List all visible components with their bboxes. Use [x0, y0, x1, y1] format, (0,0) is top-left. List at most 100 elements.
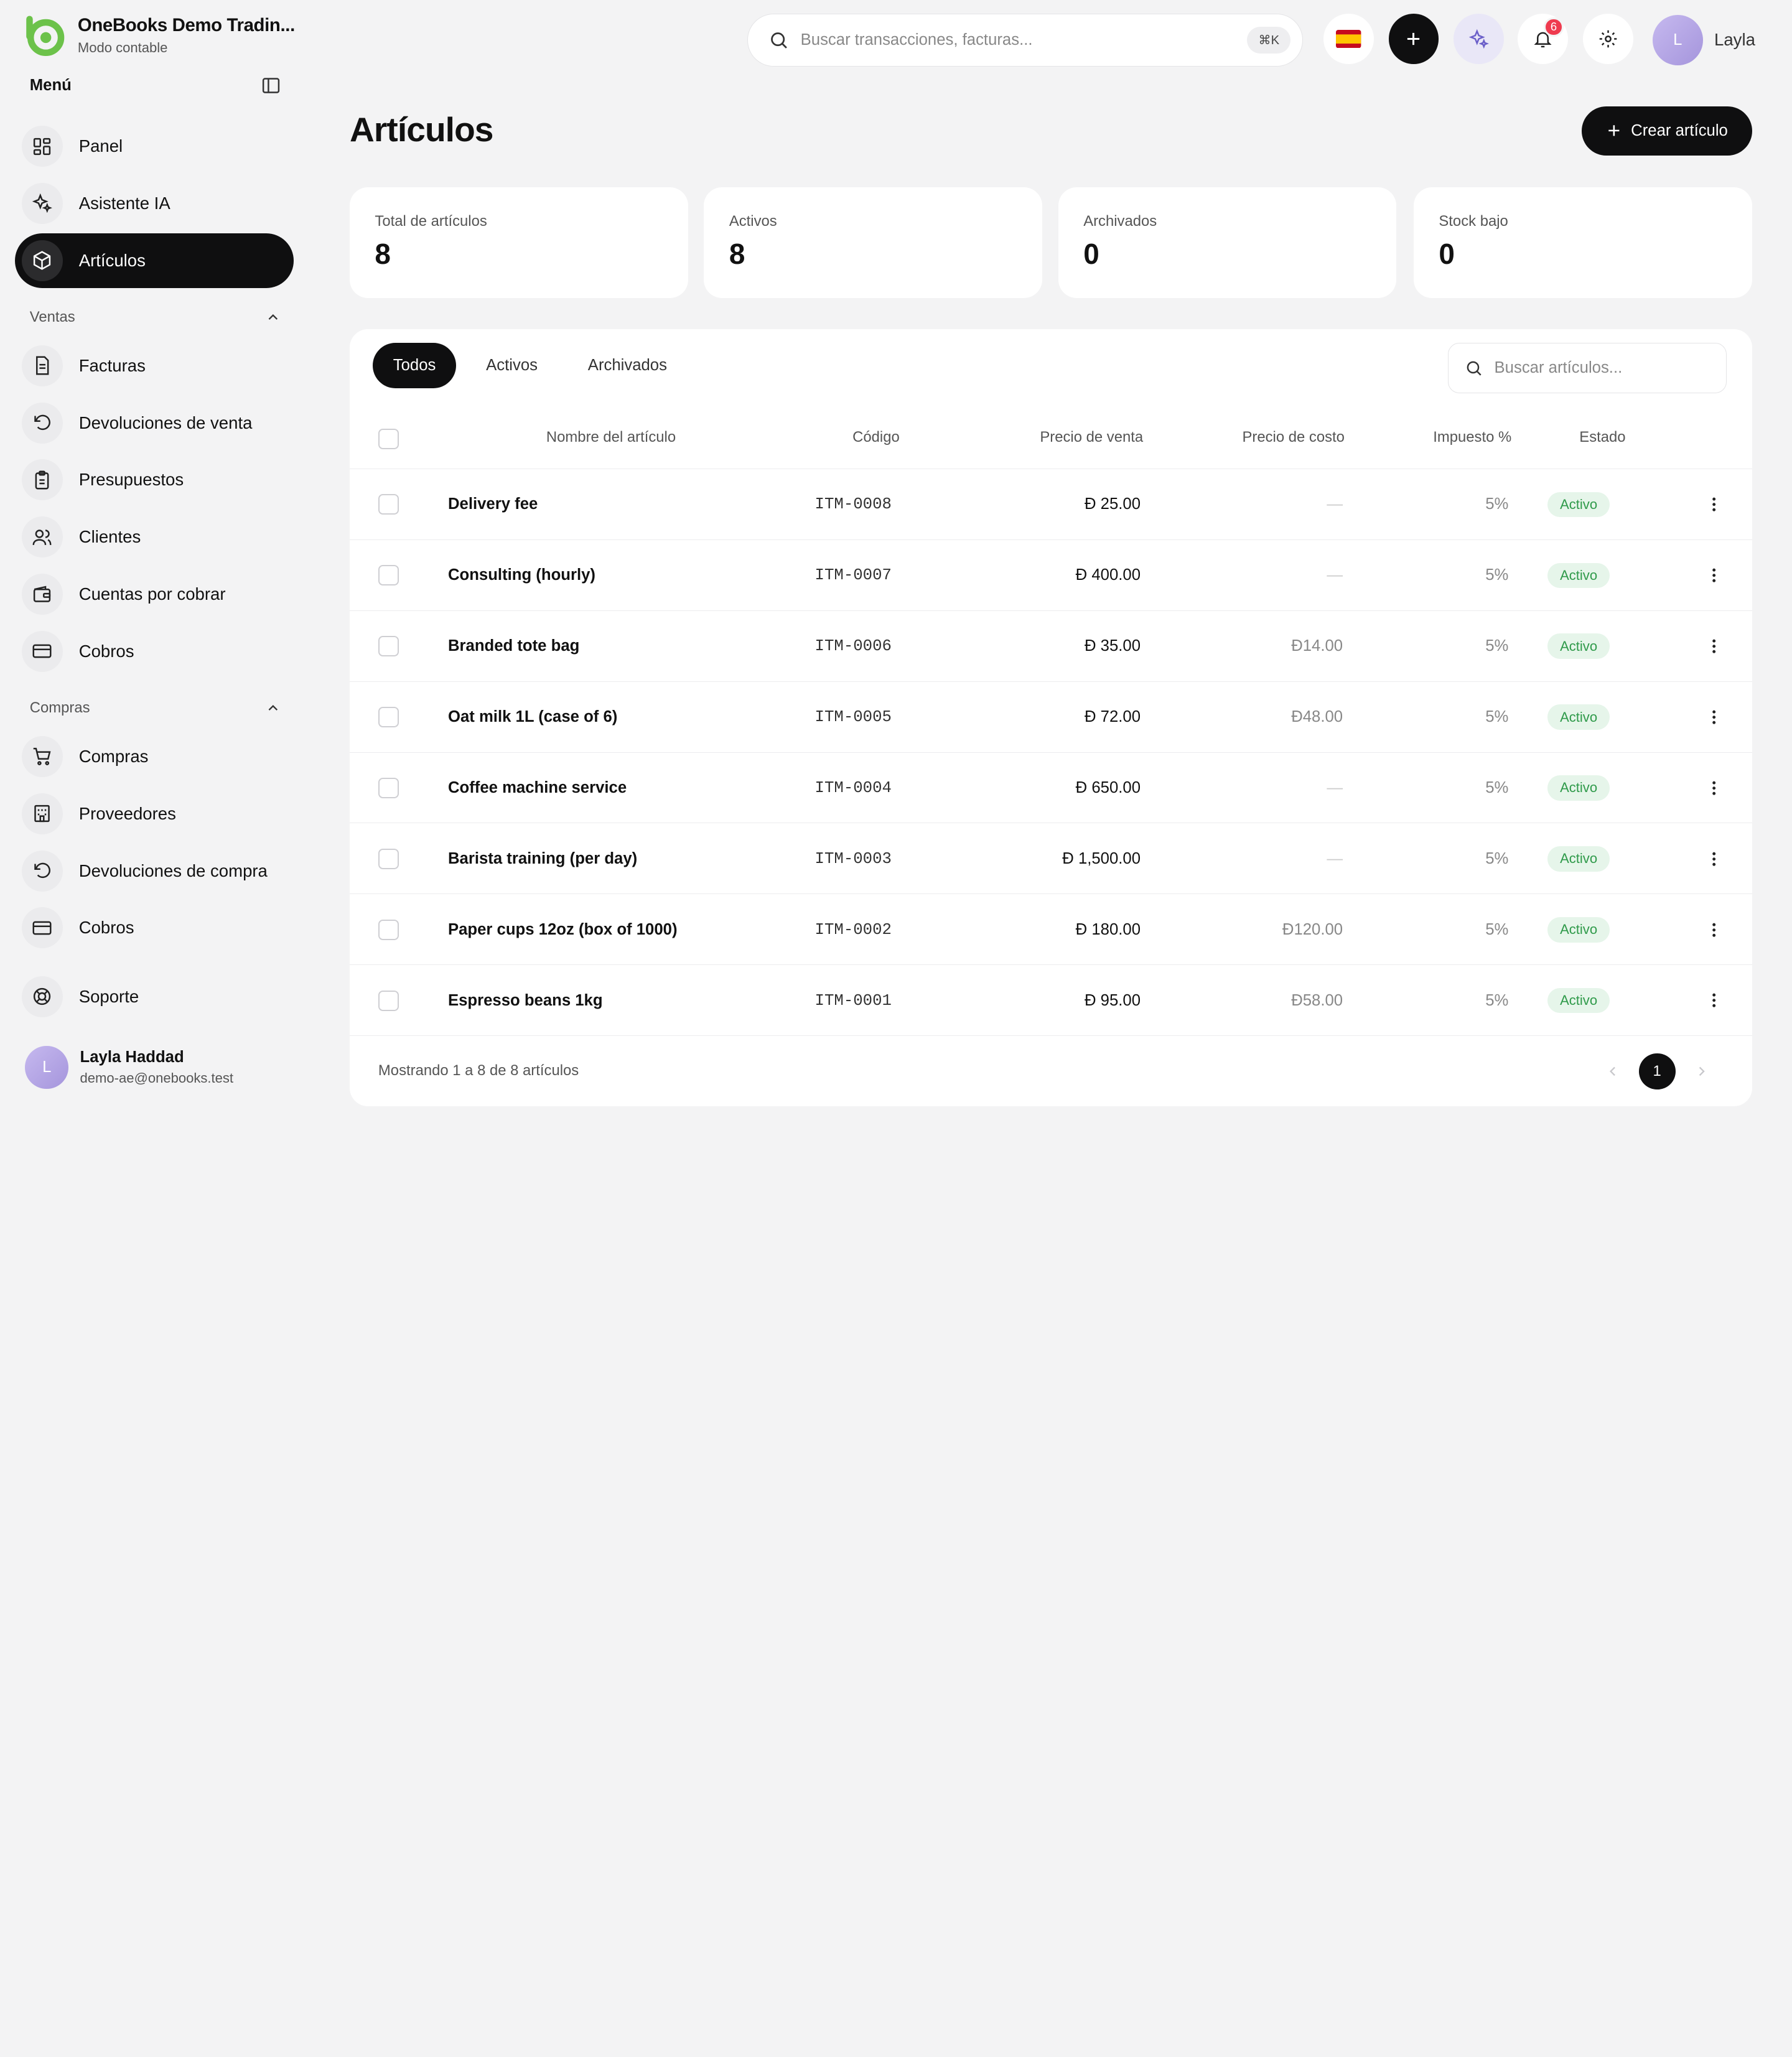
cost-price: Đ 120.00	[1172, 894, 1343, 965]
ai-assistant-button[interactable]	[1454, 14, 1505, 64]
cost-price: —	[1172, 540, 1343, 611]
item-name[interactable]: Espresso beans 1kg	[448, 965, 603, 1036]
sidebar-item-customers[interactable]: Clientes	[15, 510, 294, 564]
table-row[interactable]: Branded tote bag ITM-0006 Đ 35.00 Đ 14.00 5%…	[350, 610, 1752, 681]
sidebar-item-suppliers[interactable]: Proveedores	[15, 786, 294, 841]
sidebar-toggle-icon[interactable]	[261, 75, 281, 96]
sidebar-user[interactable]: L Layla Haddad demo-ae@onebooks.test	[25, 1045, 233, 1089]
sidebar-item-receivables[interactable]: Cuentas por cobrar	[15, 567, 294, 622]
create-article-label: Crear artículo	[1631, 121, 1728, 139]
column-header-cost-price[interactable]: Precio de costo	[1242, 429, 1344, 446]
item-code: ITM-0008	[814, 495, 892, 514]
sidebar-item-sales-payments[interactable]: Cobros	[15, 624, 294, 679]
select-all-checkbox[interactable]	[378, 428, 399, 449]
row-checkbox[interactable]	[378, 990, 399, 1011]
row-checkbox[interactable]	[378, 848, 399, 869]
column-header-status[interactable]: Estado	[1579, 429, 1625, 446]
table-row[interactable]: Espresso beans 1kg ITM-0001 Đ 95.00 Đ 58.00…	[350, 964, 1752, 1035]
sidebar-item-label: Cuentas por cobrar	[78, 584, 226, 604]
row-checkbox[interactable]	[378, 707, 399, 728]
undo-icon	[21, 402, 63, 444]
sidebar-item-label: Devoluciones de compra	[78, 861, 268, 880]
row-checkbox[interactable]	[378, 636, 399, 657]
sidebar-item-support[interactable]: Soporte	[15, 969, 294, 1024]
row-actions-button[interactable]	[1705, 540, 1723, 611]
item-name[interactable]: Barista training (per day)	[448, 823, 637, 894]
row-actions-button[interactable]	[1705, 894, 1723, 965]
sidebar-item-purchase-returns[interactable]: Devoluciones de compra	[15, 843, 294, 898]
column-header-tax[interactable]: Impuesto %	[1433, 429, 1511, 446]
page-button-current[interactable]: 1	[1638, 1053, 1676, 1090]
sale-price: Đ 650.00	[967, 753, 1141, 824]
sidebar-item-quotes[interactable]: Presupuestos	[15, 452, 294, 507]
purchases-section-header[interactable]: Compras	[30, 699, 281, 717]
table-row[interactable]: Consulting (hourly) ITM-0007 Đ 400.00 — 5% Ac…	[350, 539, 1752, 610]
table-row[interactable]: Barista training (per day) ITM-0003 Đ 1,50…	[350, 823, 1752, 893]
row-checkbox[interactable]	[378, 777, 399, 798]
empty-cost: —	[1327, 566, 1343, 584]
sale-value: 95.00	[1100, 991, 1141, 1009]
item-name[interactable]: Consulting (hourly)	[448, 540, 595, 611]
create-article-button[interactable]: Crear artículo	[1581, 106, 1752, 156]
stat-label: Total de artículos	[375, 212, 487, 230]
sidebar-item-articles[interactable]: Artículos	[14, 233, 294, 288]
sidebar-item-label: Facturas	[78, 355, 146, 375]
plus-icon	[1407, 32, 1420, 45]
column-header-code[interactable]: Código	[852, 429, 900, 446]
row-actions-button[interactable]	[1705, 469, 1723, 540]
table-footer: Mostrando 1 a 8 de 8 artículos 1	[350, 1035, 1752, 1106]
sidebar-item-invoices[interactable]: Facturas	[15, 338, 294, 393]
table-row[interactable]: Coffee machine service ITM-0004 Đ 650.00 — 5…	[350, 752, 1752, 823]
row-actions-button[interactable]	[1705, 611, 1723, 682]
more-vertical-icon	[1712, 639, 1716, 653]
table-row[interactable]: Delivery fee ITM-0008 Đ 25.00 — 5% Activo	[350, 469, 1752, 539]
language-button[interactable]	[1323, 14, 1374, 64]
row-actions-button[interactable]	[1705, 823, 1723, 894]
row-actions-button[interactable]	[1705, 682, 1723, 753]
item-name[interactable]: Coffee machine service	[448, 753, 627, 824]
settings-button[interactable]	[1582, 14, 1633, 64]
item-name[interactable]: Paper cups 12oz (box of 1000)	[448, 894, 678, 965]
page-title: Artículos	[350, 110, 493, 149]
tax-rate: 5%	[1485, 778, 1509, 796]
table-row[interactable]: Paper cups 12oz (box of 1000) ITM-0002 Đ 1…	[350, 893, 1752, 964]
sidebar-item-ai-assistant[interactable]: Asistente IA	[15, 176, 294, 231]
row-actions-button[interactable]	[1705, 965, 1723, 1036]
table-row[interactable]: Oat milk 1L (case of 6) ITM-0005 Đ 72.00 Đ …	[350, 681, 1752, 752]
user-menu[interactable]: L Layla	[1652, 14, 1755, 65]
item-name[interactable]: Branded tote bag	[448, 611, 579, 682]
quick-add-button[interactable]	[1388, 14, 1439, 64]
tab-archived[interactable]: Archivados	[567, 343, 688, 388]
next-page-button[interactable]	[1683, 1053, 1720, 1090]
stat-card-archived: Archivados 0	[1058, 187, 1397, 299]
empty-cost: —	[1327, 495, 1343, 513]
cost-price: Đ 48.00	[1172, 682, 1343, 753]
sidebar-item-purchases[interactable]: Compras	[15, 729, 294, 784]
item-name[interactable]: Oat milk 1L (case of 6)	[448, 682, 617, 753]
articles-search-input[interactable]: Buscar artículos...	[1448, 343, 1727, 393]
sales-section-header[interactable]: Ventas	[30, 309, 281, 326]
column-header-sale-price[interactable]: Precio de venta	[1040, 429, 1143, 446]
item-name[interactable]: Delivery fee	[448, 469, 538, 540]
column-header-name[interactable]: Nombre del artículo	[546, 429, 676, 446]
tab-all[interactable]: Todos	[372, 343, 457, 389]
notifications-button[interactable]: 6	[1518, 14, 1568, 64]
cost-price: Đ 58.00	[1172, 965, 1343, 1036]
sale-price: Đ 35.00	[967, 611, 1141, 682]
sidebar-item-purchase-payments[interactable]: Cobros	[15, 900, 294, 955]
brand[interactable]: OneBooks Demo Tradin... Modo contable	[23, 14, 295, 57]
sidebar-item-panel[interactable]: Panel	[15, 119, 294, 174]
filter-tabs: Todos Activos Archivados	[372, 343, 688, 389]
global-search-input[interactable]: Buscar transacciones, facturas... ⌘K	[747, 14, 1303, 67]
sidebar-item-sales-returns[interactable]: Devoluciones de venta	[15, 395, 294, 450]
row-checkbox[interactable]	[378, 919, 399, 940]
purchases-section-label: Compras	[29, 699, 90, 717]
chevron-up-icon	[268, 705, 278, 711]
row-checkbox[interactable]	[378, 565, 399, 586]
row-actions-button[interactable]	[1705, 753, 1723, 824]
prev-page-button[interactable]	[1594, 1053, 1631, 1090]
sale-value: 1,500.00	[1078, 849, 1141, 867]
tab-active[interactable]: Activos	[465, 343, 558, 388]
cost-price: —	[1172, 753, 1343, 824]
row-checkbox[interactable]	[378, 494, 399, 515]
